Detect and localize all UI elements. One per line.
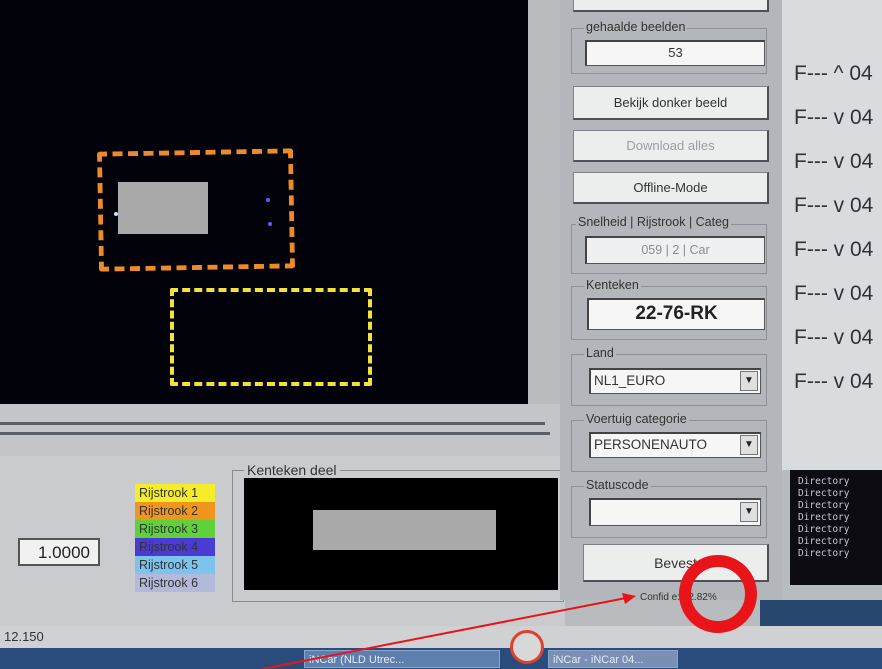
- annotation-overlay: [261, 555, 757, 669]
- annotation-circle: [679, 555, 757, 633]
- annotation-arrow-line: [261, 597, 627, 669]
- annotation-arrow-head: [622, 593, 636, 604]
